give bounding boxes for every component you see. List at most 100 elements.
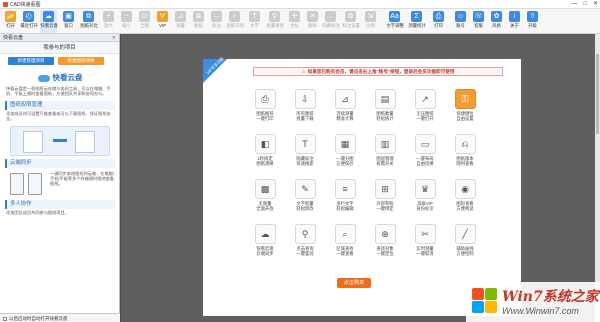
logo-green-pane — [485, 288, 497, 300]
vip-feature-item[interactable]: ▤ 图纸数量 轻松统计 — [367, 89, 403, 133]
vip-feature-item[interactable]: ╱ 辅助画线 方便绘制 — [447, 224, 483, 268]
toolbar-button[interactable]: ⎙ 打印 — [430, 10, 447, 33]
feature-icon: ≡ — [334, 179, 356, 199]
auto-open-checkbox[interactable] — [3, 316, 7, 321]
toolbar-button[interactable]: V VIP — [154, 10, 171, 33]
feature-icon: ◉ — [454, 179, 476, 199]
section-permission-title: 图纸权限管理 — [5, 100, 115, 110]
auto-open-option[interactable]: 以后启动时自动打开快看云盘 — [0, 313, 120, 322]
fit-icon: ⊡ — [139, 11, 150, 22]
delete-icon: ✕ — [307, 11, 318, 22]
feature-icon: ⊞ — [374, 179, 396, 199]
vip-feature-item[interactable]: ⊕ 查找对象 一键定位 — [367, 224, 403, 268]
feature-label: 1秒搞定 图纸清晰 — [256, 156, 274, 167]
arrow-icon — [53, 138, 67, 142]
toolbar-button[interactable]: Aa 文字调整 — [386, 10, 404, 33]
toolbar-button[interactable]: ☺ 账号 — [452, 10, 469, 33]
my-projects-title[interactable]: 我参与的项目 — [0, 42, 119, 54]
sidebar-actions: 新建管理项目 新建图纸项目 — [0, 54, 119, 67]
toolbar-button-label: 测量 — [176, 23, 185, 28]
vip-feature-item[interactable]: ≡ 多行文字 轻松编辑 — [327, 179, 363, 223]
toolbar-button[interactable]: ✕ 删除 — [304, 10, 321, 33]
vip-feature-item[interactable]: ✂ 实时测量 一键取消 — [407, 224, 443, 268]
minimize-button[interactable]: — — [571, 0, 577, 9]
sidebar-content[interactable]: 快看云盘 快看云盘是一款图纸云存储与协同工具，可以在电脑、手机、平板上随时查看图… — [0, 67, 120, 313]
toolbar-button[interactable]: ⇧ 升级 — [524, 10, 541, 33]
toolbar-button[interactable]: ⧉ 图纸对比 — [80, 10, 98, 33]
vip-feature-item[interactable]: ▩ 无限量 全面开放 — [247, 179, 283, 223]
sync-illustration: 一键同步本地图纸到云端，在电脑/手机/平板等多个终端随时随地查看图纸。 — [6, 171, 114, 197]
toolbar-button-label: 全图 — [140, 23, 149, 28]
toolbar-button[interactable]: ✿ 风格 — [488, 10, 505, 33]
toolbar-button[interactable]: Σ 测量统计 — [408, 10, 426, 33]
vip-feature-item[interactable]: ⊿ 连续测量 精准计算 — [327, 89, 363, 133]
toolbar-button[interactable]: ◌ 隐藏标注 — [322, 10, 340, 33]
feature-icon: ↗ — [414, 89, 436, 109]
toolbar-button[interactable]: 📂 打开 — [2, 10, 19, 33]
vip-feature-item[interactable]: ◧ 1秒搞定 图纸清晰 — [247, 134, 283, 178]
toolbar-button-label: 关于 — [510, 23, 519, 28]
vip-feature-item[interactable]: ⚿ 快捷键位 自由设置 — [447, 89, 483, 133]
vip-feature-item[interactable]: ▭ 一键布局 自由切换 — [407, 134, 443, 178]
vip-feature-item[interactable]: ▥ 图层管理 按需开关 — [367, 134, 403, 178]
cloud-icon: ☁ — [43, 11, 54, 22]
toolbar-button[interactable]: ✛ 坐标 — [286, 10, 303, 33]
toolbar-button[interactable]: i 关于 — [506, 10, 523, 33]
section-collab-title: 多人协作 — [5, 199, 115, 209]
toolbar-button-label: 账号 — [456, 23, 465, 28]
toolbar-button[interactable]: ⊿ 测量 — [172, 10, 189, 33]
vip-feature-item[interactable]: ♛ 高级VIP 身份标识 — [407, 179, 443, 223]
feature-grid: ⎙ 图纸推荐 一键打印 ⇩ 所有图纸 批量下载 ⊿ 连续测量 精准计算 ▤ 图纸数量 轻松统计… — [247, 89, 483, 269]
vip-feature-item[interactable]: ⎙ 图纸推荐 一键打印 — [247, 89, 283, 133]
vertical-scrollbar[interactable] — [595, 34, 600, 322]
toolbar-button-label: 文字调整 — [386, 23, 404, 28]
drawing-area[interactable]: VIP专享功能 ⚠ 如果您已购买会员，请点击右上角"账号"按钮，登录后会员功能即可… — [121, 34, 600, 322]
vip-feature-item[interactable]: ⎌ 图纸版本 随时查看 — [447, 134, 483, 178]
section-permission-desc: 添加成员时可设置只能查看或可以下载图纸，保证图纸安全。 — [6, 110, 111, 122]
vip-feature-item[interactable]: ✎ 文字批量 轻松修改 — [287, 179, 323, 223]
feature-label: 图形查看 方便阅读 — [456, 201, 474, 212]
toolbar-button[interactable]: ⇲ 比例 — [362, 10, 379, 33]
sidebar-close-icon[interactable]: ✕ — [112, 34, 116, 42]
toolbar-button[interactable]: ⌕ 图纸识别 — [226, 10, 244, 33]
toolbar-button[interactable]: ☁ 快看云盘 — [40, 10, 58, 33]
toolbar-button[interactable]: ◴ 最近打开 — [20, 10, 38, 33]
new-team-project-button[interactable]: 新建管理项目 — [8, 57, 54, 65]
feature-label: 一键布局 自由切换 — [416, 156, 434, 167]
tablet-icon — [28, 172, 42, 195]
maximize-button[interactable]: □ — [583, 0, 587, 9]
recent-files-icon: ◴ — [23, 11, 34, 22]
feature-label: 点击查询 一键鉴别 — [296, 246, 314, 257]
close-button[interactable]: ✕ — [593, 0, 598, 9]
vip-feature-item[interactable]: ⚲ 点击查询 一键鉴别 — [287, 224, 323, 268]
vip-feature-item[interactable]: ⊞ 外部参照 一键绑定 — [367, 179, 403, 223]
cloud-logo-icon — [37, 74, 50, 82]
feature-icon: ▥ — [374, 134, 396, 154]
toolbar-button[interactable]: ↔ 标注 — [208, 10, 225, 33]
sidebar-header: 快看云盘 ✕ — [0, 34, 119, 42]
toolbar-button[interactable]: − 缩小 — [118, 10, 135, 33]
toolbar-button[interactable]: ☏ 客服 — [470, 10, 487, 33]
vip-feature-item[interactable]: ▦ 一键分图 方便保存 — [327, 134, 363, 178]
toolbar-button-label: 测量统计 — [408, 23, 426, 28]
vip-feature-item[interactable]: ⌕ 区域查找 一键查看 — [327, 224, 363, 268]
buy-button[interactable]: 点击购买 — [337, 278, 371, 288]
batch-find-icon: ⚲ — [269, 11, 280, 22]
toolbar-button[interactable]: ≣ 图层 — [190, 10, 207, 33]
toolbar-button[interactable]: + 放大 — [100, 10, 117, 33]
toolbar-button[interactable]: ⚙ 标注设置 — [342, 10, 360, 33]
toolbar-button[interactable]: T 文字 — [246, 10, 263, 33]
toolbar-button[interactable]: ⊡ 全图 — [136, 10, 153, 33]
toolbar-button[interactable]: ▣ 窗口 — [60, 10, 77, 33]
vip-feature-item[interactable]: ↗ 无压图纸 一键打开 — [407, 89, 443, 133]
vip-feature-item[interactable]: T 隐藏标注 快速搜索 — [287, 134, 323, 178]
promo-title: 快看云盘 — [0, 71, 120, 85]
vip-feature-item[interactable]: ☁ 快看云盘 云端同步 — [247, 224, 283, 268]
scrollbar-thumb[interactable] — [596, 54, 599, 134]
feature-icon: ♛ — [414, 179, 436, 199]
vip-feature-item[interactable]: ⇩ 所有图纸 批量下载 — [287, 89, 323, 133]
toolbar-button-label: 最近打开 — [20, 23, 38, 28]
new-drawing-project-button[interactable]: 新建图纸项目 — [58, 57, 104, 65]
vip-feature-item[interactable]: ◉ 图形查看 方便阅读 — [447, 179, 483, 223]
toolbar-button[interactable]: ⚲ 批量查找 — [266, 10, 284, 33]
